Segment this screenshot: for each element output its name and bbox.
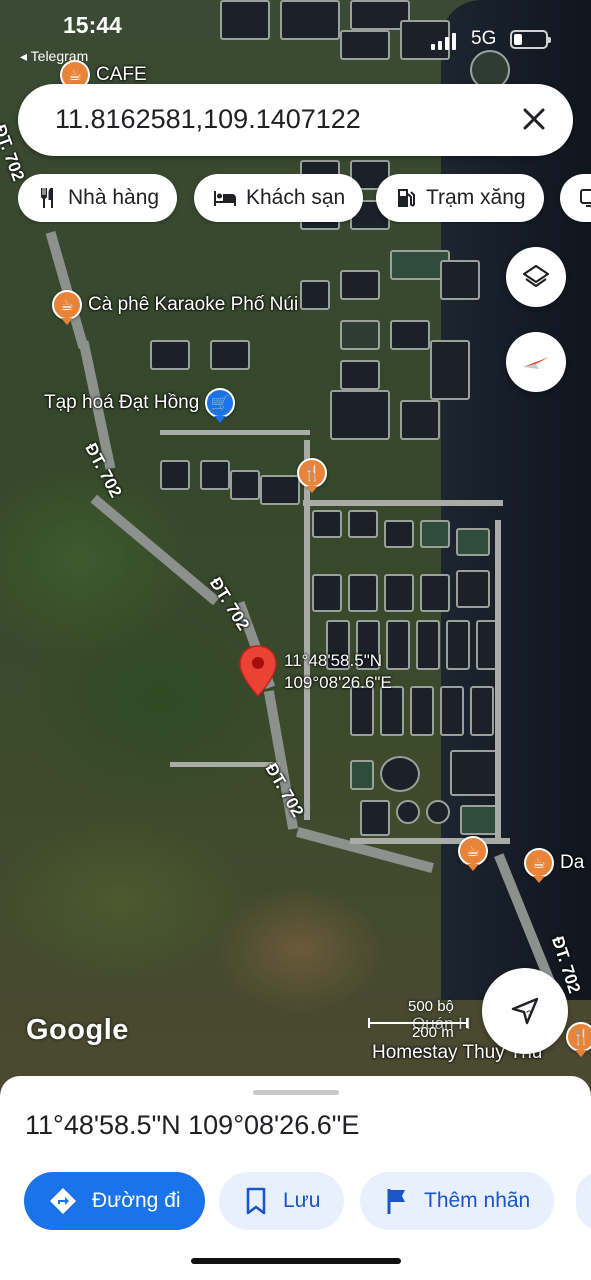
close-icon[interactable] <box>517 102 551 136</box>
pin-lng: 109°08'26.6"E <box>284 673 392 692</box>
chip-gas-stations[interactable]: Trạm xăng <box>376 174 544 222</box>
gas-station-icon <box>398 189 415 207</box>
flag-icon <box>387 1189 405 1214</box>
directions-fab[interactable]: ? <box>482 968 568 1054</box>
bookmark-icon <box>246 1187 266 1215</box>
restaurant-icon <box>41 188 53 208</box>
poi-grocery[interactable]: Tạp hoá Đạt Hồng 🛒 <box>44 388 236 418</box>
poi-label: Cà phê Karaoke Phố Núi <box>88 294 299 315</box>
poi-label: Da <box>560 852 585 873</box>
chip-hotels[interactable]: Khách sạn <box>194 174 364 222</box>
compass-button[interactable] <box>506 332 566 392</box>
restaurant-icon: 🍴 <box>297 458 327 488</box>
chip-label: Trạm xăng <box>426 186 526 209</box>
poi-restaurant[interactable]: 🍴 <box>297 458 327 488</box>
add-label-label: Thêm nhãn <box>424 1189 531 1212</box>
directions-button[interactable]: Đường đi <box>24 1172 205 1230</box>
battery-icon <box>510 30 551 49</box>
pin-coordinates: 11°48'58.5"N 109°08'26.6"E <box>284 650 392 694</box>
chip-more[interactable] <box>560 174 591 222</box>
network-type: 5G <box>471 28 497 49</box>
poi-cafe-da[interactable]: ☕ Da <box>524 848 584 878</box>
scale-metric: 200 m <box>412 1024 454 1041</box>
map-scale: 500 bộ 200 m <box>368 998 478 1042</box>
more-actions-button[interactable] <box>576 1172 591 1230</box>
hotel-icon <box>214 191 236 206</box>
poi-homestay-icon[interactable]: 🍴 <box>566 1022 591 1052</box>
drag-handle[interactable] <box>253 1090 339 1095</box>
google-logo: Google <box>26 1014 129 1046</box>
restaurant-icon: 🍴 <box>566 1022 591 1052</box>
navigation-arrow-icon: ? <box>511 997 539 1025</box>
search-query[interactable]: 11.8162581,109.1407122 <box>55 104 361 135</box>
save-label: Lưu <box>283 1189 321 1212</box>
layers-button[interactable] <box>506 247 566 307</box>
status-time: 15:44 <box>63 12 122 38</box>
back-to-app-link[interactable]: ◂ Telegram <box>20 48 88 65</box>
action-buttons: Đường đi Lưu Thêm nhãn <box>24 1172 591 1232</box>
pin-lat: 11°48'58.5"N <box>284 651 382 670</box>
add-label-button[interactable]: Thêm nhãn <box>360 1172 555 1230</box>
search-bar[interactable]: 11.8162581,109.1407122 <box>18 84 573 156</box>
bottom-sheet[interactable]: 11°48'58.5"N 109°08'26.6"E Đường đi Lưu … <box>0 1076 591 1280</box>
directions-icon <box>50 1188 76 1214</box>
place-title: 11°48'58.5"N 109°08'26.6"E <box>25 1110 360 1140</box>
cafe-icon: ☕ <box>458 836 488 866</box>
cellular-signal-icon <box>431 32 457 50</box>
home-indicator <box>191 1258 401 1264</box>
chip-restaurants[interactable]: Nhà hàng <box>18 174 178 222</box>
compass-icon <box>523 357 549 369</box>
shopping-cart-icon: 🛒 <box>205 388 236 418</box>
category-chips: Nhà hàng Khách sạn Trạm xăng <box>18 174 591 224</box>
more-category-icon <box>580 189 591 207</box>
poi-label: CAFE <box>96 64 147 85</box>
scale-imperial: 500 bộ <box>408 998 454 1015</box>
poi-cafe-lower[interactable]: ☕ <box>458 836 488 866</box>
cafe-icon: ☕ <box>52 290 82 320</box>
save-button[interactable]: Lưu <box>219 1172 345 1230</box>
layers-icon <box>522 264 550 288</box>
poi-label: Tạp hoá Đạt Hồng <box>44 392 200 413</box>
chip-label: Nhà hàng <box>68 186 160 209</box>
chip-label: Khách sạn <box>246 186 346 209</box>
directions-label: Đường đi <box>92 1189 181 1212</box>
road-label: ĐT. 702 <box>81 440 126 501</box>
dropped-pin-icon[interactable] <box>238 644 278 698</box>
satellite-map[interactable]: ☕ CAFE ☕ Cà phê Karaoke Phố Núi Tạp hoá … <box>0 0 591 1090</box>
svg-text:?: ? <box>526 1009 532 1021</box>
poi-cafe-karaoke[interactable]: ☕ Cà phê Karaoke Phố Núi <box>52 290 298 320</box>
cafe-icon: ☕ <box>524 848 554 878</box>
